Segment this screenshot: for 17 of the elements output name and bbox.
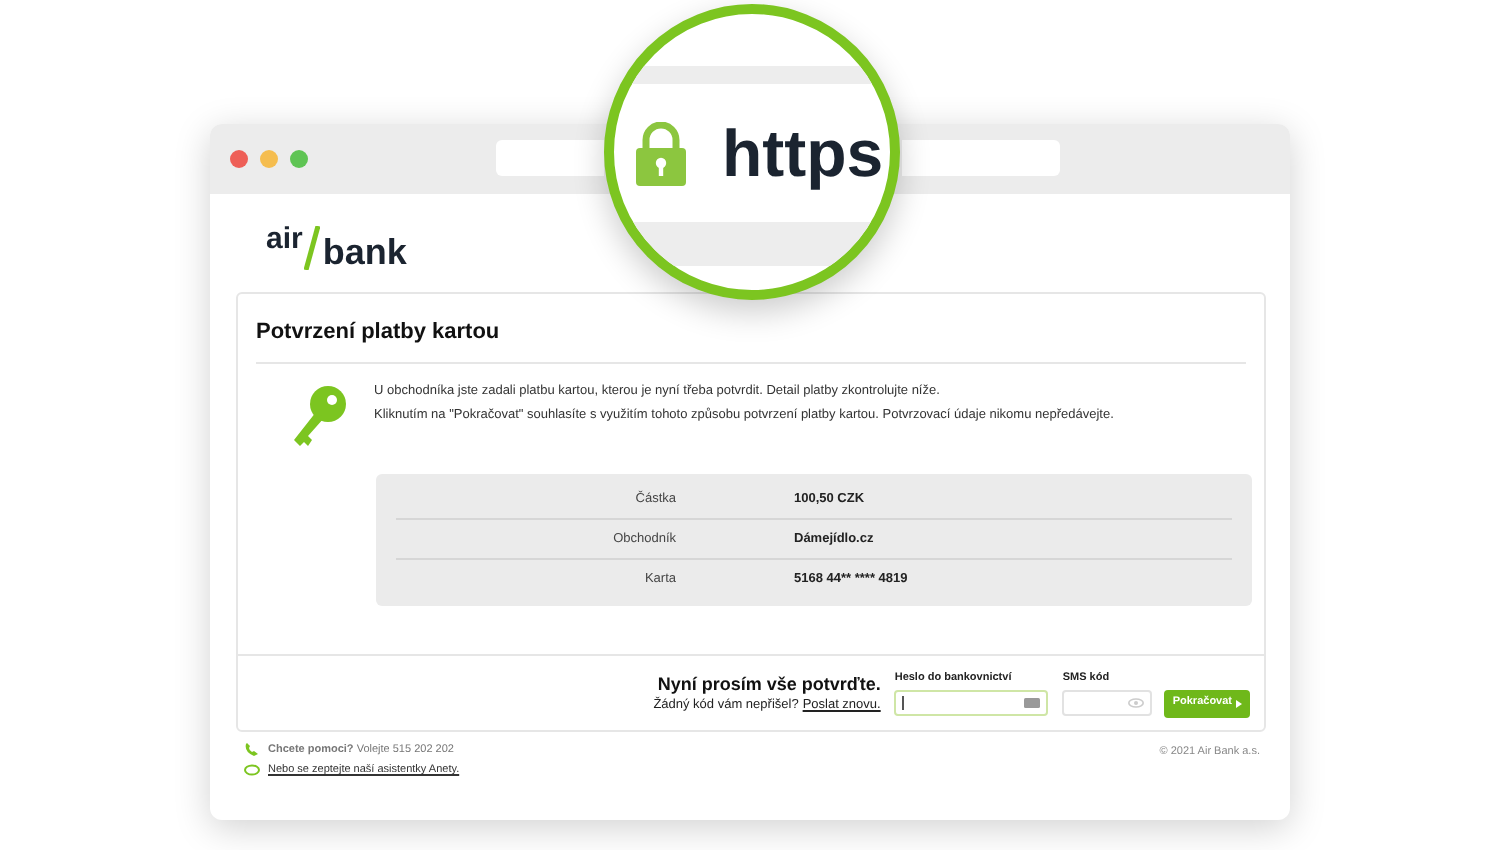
padlock-icon bbox=[636, 121, 686, 185]
sms-code-field[interactable] bbox=[1062, 690, 1153, 717]
address-bar-segment[interactable] bbox=[902, 140, 1060, 176]
url-scheme-text: https bbox=[722, 120, 884, 186]
close-icon[interactable] bbox=[230, 150, 248, 168]
phone-icon bbox=[244, 742, 260, 759]
keyboard-icon[interactable] bbox=[1024, 698, 1041, 709]
eye-icon[interactable] bbox=[1128, 698, 1145, 709]
caret-icon bbox=[1236, 699, 1242, 707]
confirm-heading: Nyní prosím vše potvrďte. bbox=[657, 673, 881, 694]
maximize-icon[interactable] bbox=[290, 150, 308, 168]
password-field[interactable] bbox=[894, 690, 1049, 717]
logo: air bank bbox=[266, 220, 409, 270]
key-icon bbox=[288, 384, 348, 452]
minimize-icon[interactable] bbox=[260, 150, 278, 168]
card-title: Potvrzení platby kartou bbox=[256, 320, 500, 344]
address-bar-segment[interactable] bbox=[496, 140, 604, 176]
